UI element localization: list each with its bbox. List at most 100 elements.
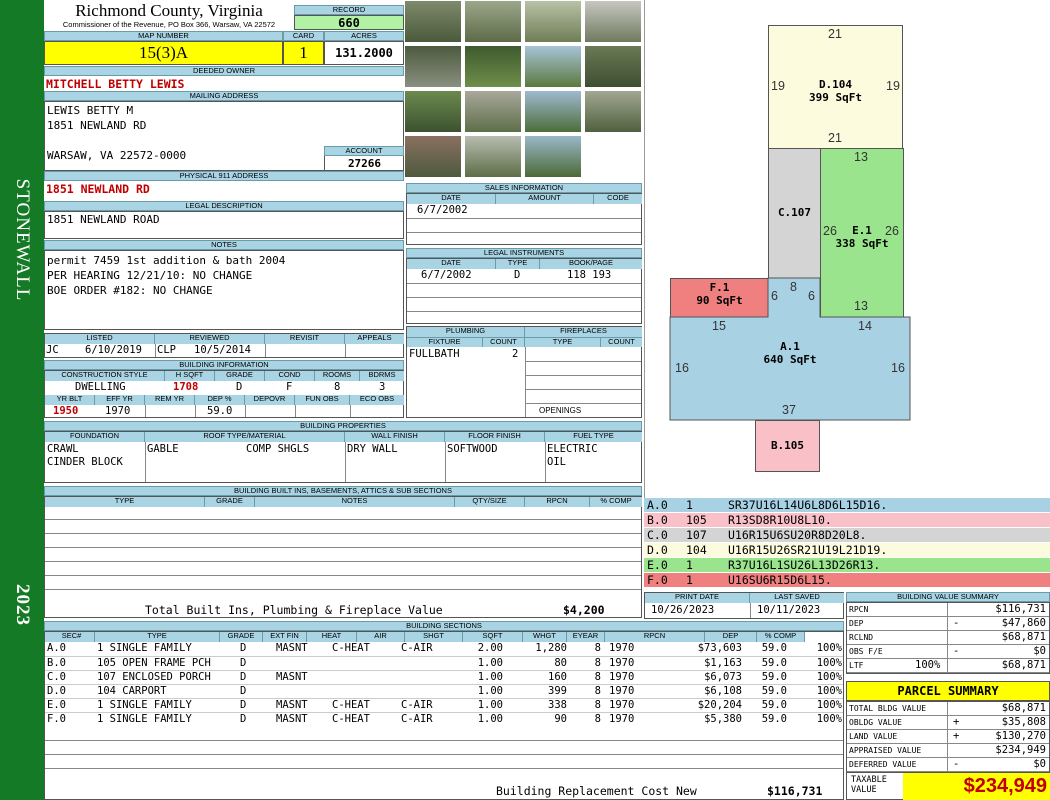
built-ins-table: TYPE GRADE NOTES QTY/SIZE RPCN % COMP To…: [44, 496, 642, 618]
section-cell: 1 SINGLE FAMILY: [97, 713, 192, 725]
section-cell: D: [240, 713, 247, 725]
mailing-address: LEWIS BETTY M 1851 NEWLAND RD WARSAW, VA…: [47, 103, 186, 163]
photo[interactable]: [464, 0, 522, 43]
summary-row: APPRAISED VALUE $234,949: [847, 744, 1049, 758]
building-value-summary: RPCN $116,731 DEP - $47,860 RCLND $68,871 OBS F…: [846, 602, 1050, 674]
section-col-header: GRADE: [220, 632, 263, 642]
section-cell: MASNT: [276, 713, 308, 725]
tax-year: 2023: [12, 584, 33, 626]
li-type: D: [514, 269, 521, 281]
summary-pct: 100%: [915, 659, 941, 671]
area-code: B.105: [770, 439, 805, 452]
li-type-header: TYPE: [496, 259, 540, 269]
table-row: [407, 297, 641, 311]
record-label: RECORD: [294, 5, 404, 15]
taxable-label: TAXABLE VALUE: [851, 775, 887, 795]
section-cell: A.0: [47, 642, 66, 654]
photo[interactable]: [584, 45, 642, 88]
photo[interactable]: [524, 135, 582, 178]
photo[interactable]: [524, 45, 582, 88]
summary-label: OBS F/E: [849, 647, 883, 656]
summary-row: TOTAL BLDG VALUE $68,871: [847, 702, 1049, 716]
dim-label: 6: [808, 289, 815, 303]
section-cell: 59.0: [761, 685, 787, 697]
notes-box: permit 7459 1st addition & bath 2004 PER…: [44, 250, 404, 330]
photo[interactable]: [524, 0, 582, 43]
section-cell: 1,280: [535, 642, 567, 654]
photo[interactable]: [464, 135, 522, 178]
roof-type: GABLE: [147, 443, 179, 455]
sales-information-label: SALES INFORMATION: [406, 183, 642, 193]
photo[interactable]: [464, 45, 522, 88]
photo[interactable]: [464, 90, 522, 133]
sketch-legend-row: A.0 1 SR37U16L14U6L8D6L15D16.: [644, 498, 1050, 513]
roof-material: COMP SHGLS: [246, 443, 310, 455]
section-cell: 59.0: [761, 642, 787, 654]
photo[interactable]: [404, 0, 462, 43]
summary-row: DEFERRED VALUE - $0: [847, 758, 1049, 772]
dim-label: 26: [823, 224, 837, 238]
photo[interactable]: [584, 90, 642, 133]
note-line: BOE ORDER #182: NO CHANGE: [47, 284, 213, 297]
summary-row: LAND VALUE + $130,270: [847, 730, 1049, 744]
section-cell: D: [240, 699, 247, 711]
section-cell: 8: [594, 671, 601, 683]
dim-label: 13: [854, 150, 868, 164]
section-col-header: TYPE: [95, 632, 220, 642]
section-cell: 107 ENCLOSED PORCH: [97, 671, 211, 683]
photo[interactable]: [584, 0, 642, 43]
bi-grade-header2: GRADE: [205, 497, 255, 507]
bi-type-header: TYPE: [45, 497, 205, 507]
table-row: 6/7/2002: [407, 204, 641, 218]
legend-code: 1: [686, 573, 693, 587]
wall-finish: DRY WALL: [347, 443, 398, 455]
summary-label: DEFERRED VALUE: [849, 760, 917, 769]
photo[interactable]: [404, 90, 462, 133]
section-cell: 1.00: [477, 671, 503, 683]
last-saved: 10/11/2023: [757, 604, 821, 616]
dim-label: 16: [675, 361, 689, 375]
legend-sec: B.0: [647, 513, 668, 527]
bedrooms: 3: [379, 381, 386, 393]
legend-code: 105: [686, 513, 707, 527]
roof-header: ROOF TYPE/MATERIAL: [145, 432, 345, 442]
print-date: 10/26/2023: [651, 604, 715, 616]
replacement-cost: $116,731: [767, 785, 823, 798]
photo[interactable]: [524, 90, 582, 133]
sketch-legend-row: D.0 104 U16R15U26SR21U19L21D19.: [644, 543, 1050, 558]
summary-sign: +: [953, 716, 960, 728]
section-cell: 399: [548, 685, 567, 697]
summary-row: OBS F/E - $0: [847, 645, 1049, 659]
notes-label: NOTES: [44, 240, 404, 250]
sketch-label-c: C.107: [768, 206, 821, 219]
photo[interactable]: [404, 135, 462, 178]
section-cell: 338: [548, 699, 567, 711]
section-cell: $20,204: [697, 699, 742, 711]
sketch-legend-row: F.0 1 U16SU6R15D6L15.: [644, 573, 1050, 588]
openings-label: OPENINGS: [539, 406, 582, 415]
sketch-label-d: D.104 399 SqFt: [768, 78, 903, 104]
last-saved-label: LAST SAVED: [750, 593, 844, 603]
section-cell: 1 SINGLE FAMILY: [97, 699, 192, 711]
taxable-value-box: TAXABLE VALUE $234,949: [846, 772, 1050, 800]
section-cell: 100%: [816, 713, 842, 725]
photo[interactable]: [404, 45, 462, 88]
legend-code: 1: [686, 498, 693, 512]
section-cell: MASNT: [276, 699, 308, 711]
foundation-header: FOUNDATION: [45, 432, 145, 442]
legal-instruments-table: DATE TYPE BOOK/PAGE 6/7/2002 D 118 193: [406, 258, 642, 324]
map-number-label: MAP NUMBER: [44, 31, 283, 41]
section-cell: 1970: [609, 685, 635, 697]
legal-description-label: LEGAL DESCRIPTION: [44, 201, 404, 211]
bi-notes-header: NOTES: [255, 497, 455, 507]
property-photos: [404, 0, 644, 182]
summary-value: $68,871: [1001, 631, 1046, 643]
building-sections-label: BUILDING SECTIONS: [44, 621, 844, 631]
section-cell: C-AIR: [401, 713, 433, 725]
fixture-header: FIXTURE: [407, 337, 483, 347]
section-col-header: WHGT: [523, 632, 567, 642]
revisit-label: REVISIT: [265, 334, 345, 344]
parcel-summary: TOTAL BLDG VALUE $68,871 OBLDG VALUE + $35,8…: [846, 701, 1050, 772]
section-cell: 8: [594, 657, 601, 669]
district-name: STONEWALL: [12, 178, 33, 302]
